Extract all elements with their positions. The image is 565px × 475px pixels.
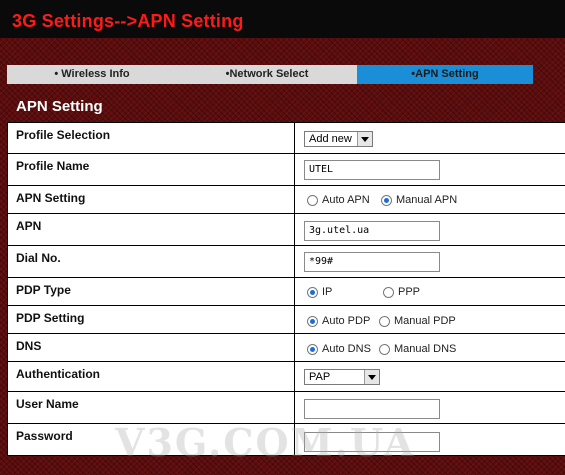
manual-apn-option[interactable]: Manual APN <box>381 194 457 206</box>
dial-no-label: Dial No. <box>7 246 295 277</box>
ppp-option[interactable]: PPP <box>383 286 420 298</box>
pdp-setting-label: PDP Setting <box>7 306 295 333</box>
auto-dns-option[interactable]: Auto DNS <box>307 343 371 355</box>
profile-name-label: Profile Name <box>7 154 295 185</box>
row-pdp-type: PDP Type IP PPP <box>7 278 565 306</box>
row-profile-selection: Profile Selection Add new <box>7 123 565 154</box>
dns-label: DNS <box>7 334 295 361</box>
profile-selection-value: Add new <box>309 133 352 145</box>
auto-apn-radio[interactable] <box>307 194 318 206</box>
chevron-down-icon[interactable] <box>364 370 379 384</box>
ip-radio[interactable] <box>307 286 318 298</box>
auto-apn-label: Auto APN <box>322 194 370 206</box>
auto-pdp-label: Auto PDP <box>322 315 371 327</box>
auto-dns-radio[interactable] <box>307 343 318 355</box>
tab-apn-setting[interactable]: •APN Setting <box>357 65 533 84</box>
page-title: 3G Settings-->APN Setting <box>12 11 244 31</box>
user-name-input[interactable] <box>304 399 440 419</box>
row-authentication: Authentication PAP <box>7 362 565 392</box>
row-dns: DNS Auto DNS Manual DNS <box>7 334 565 362</box>
manual-apn-radio[interactable] <box>381 194 392 206</box>
tab-wireless-info[interactable]: • Wireless Info <box>7 65 177 84</box>
profile-selection-select[interactable]: Add new <box>304 131 373 147</box>
manual-pdp-label: Manual PDP <box>394 315 456 327</box>
row-apn: APN 3g.utel.ua <box>7 214 565 246</box>
user-name-label: User Name <box>7 392 295 423</box>
profile-name-input[interactable]: UTEL <box>304 160 440 180</box>
apn-setting-label: APN Setting <box>7 186 295 213</box>
row-apn-setting: APN Setting Auto APN Manual APN <box>7 186 565 214</box>
ppp-radio[interactable] <box>383 286 394 298</box>
auto-dns-label: Auto DNS <box>322 343 371 355</box>
watermark: V3G.COM.UA <box>115 420 416 465</box>
ip-label: IP <box>322 286 333 298</box>
ip-option[interactable]: IP <box>307 286 332 298</box>
apn-form: Profile Selection Add new Profile Name U… <box>7 122 565 456</box>
chevron-down-icon[interactable] <box>357 132 372 146</box>
section-title: APN Setting <box>16 98 103 115</box>
apn-label: APN <box>7 214 295 245</box>
auto-pdp-option[interactable]: Auto PDP <box>307 315 370 327</box>
manual-apn-label: Manual APN <box>396 194 458 206</box>
row-profile-name: Profile Name UTEL <box>7 154 565 186</box>
manual-dns-radio[interactable] <box>379 343 390 355</box>
manual-dns-option[interactable]: Manual DNS <box>379 343 456 355</box>
ppp-label: PPP <box>398 286 421 298</box>
authentication-label: Authentication <box>7 362 295 391</box>
pdp-type-label: PDP Type <box>7 278 295 305</box>
row-pdp-setting: PDP Setting Auto PDP Manual PDP <box>7 306 565 334</box>
manual-pdp-radio[interactable] <box>379 315 390 327</box>
tab-bar: • Wireless Info •Network Select •APN Set… <box>7 65 533 84</box>
authentication-select[interactable]: PAP <box>304 369 380 385</box>
manual-dns-label: Manual DNS <box>394 343 457 355</box>
profile-selection-label: Profile Selection <box>7 123 295 153</box>
authentication-value: PAP <box>309 371 331 383</box>
dial-no-input[interactable]: *99# <box>304 252 440 272</box>
auto-pdp-radio[interactable] <box>307 315 318 327</box>
tab-network-select[interactable]: •Network Select <box>177 65 357 84</box>
manual-pdp-option[interactable]: Manual PDP <box>379 315 456 327</box>
auto-apn-option[interactable]: Auto APN <box>307 194 370 206</box>
title-bar: 3G Settings-->APN Setting <box>0 0 565 38</box>
apn-input[interactable]: 3g.utel.ua <box>304 221 440 241</box>
row-dial-no: Dial No. *99# <box>7 246 565 278</box>
